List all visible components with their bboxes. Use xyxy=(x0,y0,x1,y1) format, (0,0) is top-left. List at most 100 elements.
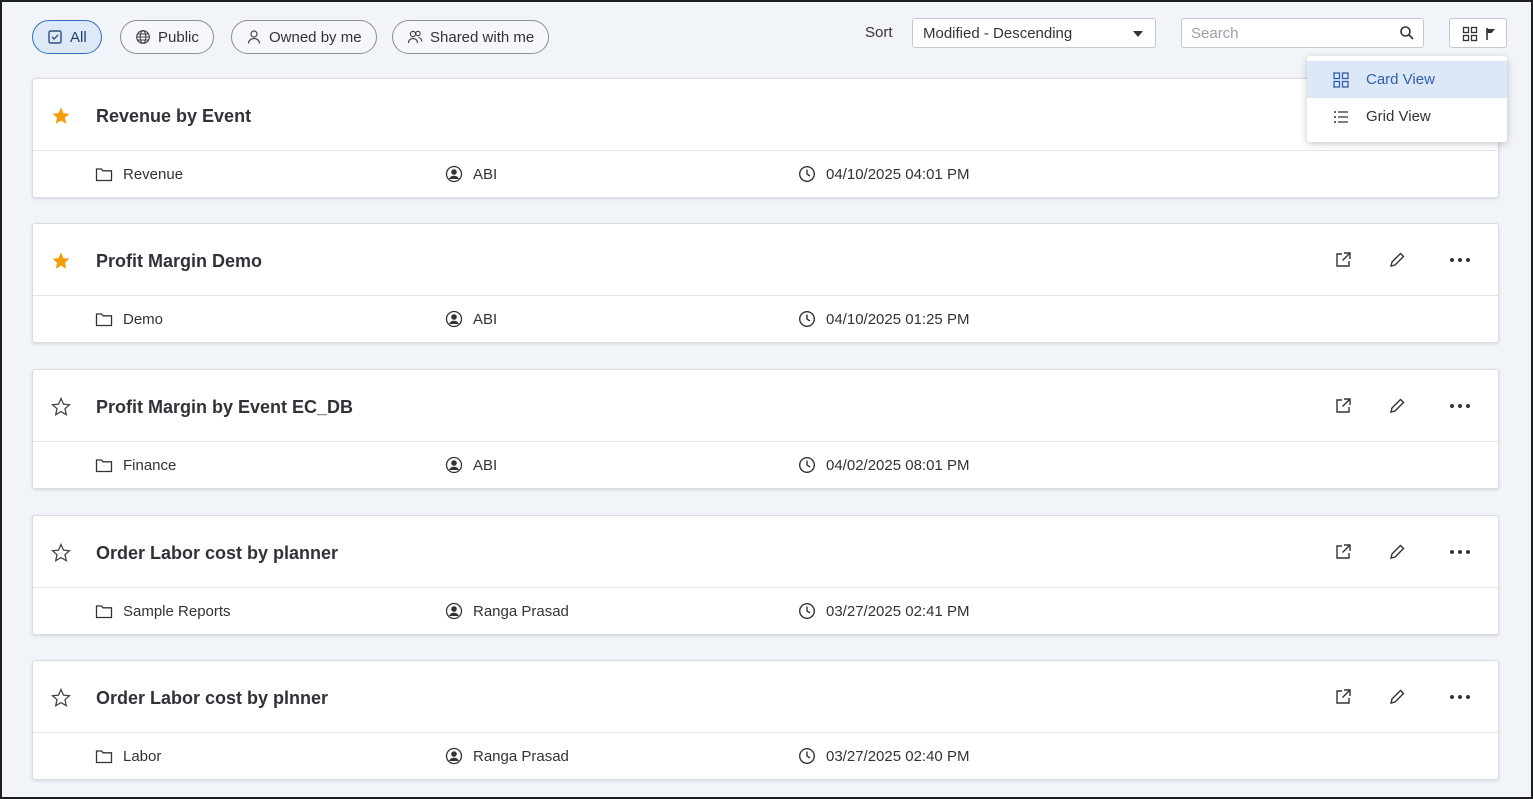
report-card[interactable]: Revenue by Event Revenue ABI 04/10/2025 … xyxy=(32,78,1499,198)
card-title[interactable]: Revenue by Event xyxy=(96,106,251,127)
open-external-icon[interactable] xyxy=(1334,688,1352,706)
owner-name: Ranga Prasad xyxy=(473,602,569,620)
open-external-icon[interactable] xyxy=(1334,397,1352,415)
filter-shared-chip[interactable]: Shared with me xyxy=(392,20,550,54)
folder-field: Finance xyxy=(95,456,176,474)
card-meta: Revenue ABI 04/10/2025 04:01 PM xyxy=(33,151,1498,197)
card-header: Profit Margin Demo xyxy=(33,224,1498,296)
pencil-icon[interactable] xyxy=(1388,543,1406,561)
star-filled-icon[interactable] xyxy=(51,106,71,126)
people-icon xyxy=(407,30,423,44)
owner-field: ABI xyxy=(445,310,497,328)
card-title[interactable]: Order Labor cost by planner xyxy=(96,543,338,564)
view-toggle-button[interactable] xyxy=(1449,18,1507,48)
open-external-icon[interactable] xyxy=(1334,251,1352,269)
more-options-icon[interactable] xyxy=(1449,688,1471,706)
more-options-icon[interactable] xyxy=(1449,543,1471,561)
modified-field: 04/02/2025 08:01 PM xyxy=(798,456,969,474)
more-options-icon[interactable] xyxy=(1449,251,1471,269)
card-header: Order Labor cost by plnner xyxy=(33,661,1498,733)
clock-icon xyxy=(798,602,816,620)
grid-icon xyxy=(1462,26,1478,42)
folder-field: Sample Reports xyxy=(95,602,231,620)
open-external-icon[interactable] xyxy=(1334,543,1352,561)
filter-owned-chip[interactable]: Owned by me xyxy=(231,20,377,54)
menu-item-label: Grid View xyxy=(1366,108,1431,125)
modified-field: 04/10/2025 04:01 PM xyxy=(798,165,969,183)
modified-date: 04/10/2025 04:01 PM xyxy=(826,165,970,183)
star-outline-icon[interactable] xyxy=(51,688,71,708)
globe-icon xyxy=(136,30,150,44)
more-options-icon[interactable] xyxy=(1449,397,1471,415)
pencil-icon[interactable] xyxy=(1388,688,1406,706)
folder-name: Labor xyxy=(123,747,162,765)
card-header: Revenue by Event xyxy=(33,79,1498,151)
view-menu: Card View Grid View xyxy=(1307,56,1507,142)
card-meta: Labor Ranga Prasad 03/27/2025 02:40 PM xyxy=(33,733,1498,779)
dropdown-flag-icon xyxy=(1486,28,1495,40)
folder-name: Revenue xyxy=(123,165,184,183)
clock-icon xyxy=(798,165,816,183)
menu-item-card-view[interactable]: Card View xyxy=(1307,61,1507,98)
filter-all-chip[interactable]: All xyxy=(32,20,102,54)
owner-field: Ranga Prasad xyxy=(445,747,569,765)
folder-icon xyxy=(95,605,113,619)
modified-date: 03/27/2025 02:40 PM xyxy=(826,747,970,765)
folder-name: Sample Reports xyxy=(123,602,231,620)
star-filled-icon[interactable] xyxy=(51,251,71,271)
pencil-icon[interactable] xyxy=(1388,251,1406,269)
owner-field: Ranga Prasad xyxy=(445,602,569,620)
report-card[interactable]: Profit Margin by Event EC_DB Finance ABI… xyxy=(32,369,1499,489)
checkbox-icon xyxy=(48,30,62,44)
report-card[interactable]: Order Labor cost by planner Sample Repor… xyxy=(32,515,1499,635)
modified-date: 03/27/2025 02:41 PM xyxy=(826,602,970,620)
search-box xyxy=(1181,18,1424,48)
user-circle-icon xyxy=(445,310,463,328)
filter-public-label: Public xyxy=(158,28,199,46)
toolbar: All Public Owned by me Shared with me So… xyxy=(2,2,1531,72)
filter-shared-label: Shared with me xyxy=(430,28,535,46)
filter-public-chip[interactable]: Public xyxy=(120,20,214,54)
modified-field: 03/27/2025 02:40 PM xyxy=(798,747,969,765)
search-input[interactable] xyxy=(1182,19,1382,47)
folder-icon xyxy=(95,750,113,764)
person-icon xyxy=(247,30,261,44)
search-icon[interactable] xyxy=(1399,25,1415,41)
card-header: Profit Margin by Event EC_DB xyxy=(33,370,1498,442)
folder-field: Demo xyxy=(95,310,163,328)
folder-field: Revenue xyxy=(95,165,183,183)
owner-name: ABI xyxy=(473,310,498,328)
folder-icon xyxy=(95,313,113,327)
modified-date: 04/10/2025 01:25 PM xyxy=(826,310,970,328)
card-header: Order Labor cost by planner xyxy=(33,516,1498,588)
sort-label: Sort xyxy=(865,24,893,41)
card-title[interactable]: Profit Margin by Event EC_DB xyxy=(96,397,353,418)
star-outline-icon[interactable] xyxy=(51,543,71,563)
report-card[interactable]: Order Labor cost by plnner Labor Ranga P… xyxy=(32,660,1499,780)
menu-item-grid-view[interactable]: Grid View xyxy=(1307,98,1507,135)
list-icon xyxy=(1334,110,1348,123)
card-meta: Demo ABI 04/10/2025 01:25 PM xyxy=(33,296,1498,342)
filter-owned-label: Owned by me xyxy=(269,28,362,46)
modified-date: 04/02/2025 08:01 PM xyxy=(826,456,970,474)
sort-select[interactable]: Modified - Descending xyxy=(912,18,1156,48)
card-view-icon xyxy=(1333,71,1349,88)
owner-field: ABI xyxy=(445,165,497,183)
clock-icon xyxy=(798,456,816,474)
owner-field: ABI xyxy=(445,456,497,474)
user-circle-icon xyxy=(445,602,463,620)
filter-all-label: All xyxy=(70,28,87,46)
modified-field: 03/27/2025 02:41 PM xyxy=(798,602,969,620)
card-meta: Finance ABI 04/02/2025 08:01 PM xyxy=(33,442,1498,488)
owner-name: Ranga Prasad xyxy=(473,747,569,765)
user-circle-icon xyxy=(445,747,463,765)
folder-name: Finance xyxy=(123,456,177,474)
clock-icon xyxy=(798,310,816,328)
card-title[interactable]: Profit Margin Demo xyxy=(96,251,262,272)
card-meta: Sample Reports Ranga Prasad 03/27/2025 0… xyxy=(33,588,1498,634)
owner-name: ABI xyxy=(473,456,498,474)
pencil-icon[interactable] xyxy=(1388,397,1406,415)
report-card[interactable]: Profit Margin Demo Demo ABI 04/10/2025 0… xyxy=(32,223,1499,343)
star-outline-icon[interactable] xyxy=(51,397,71,417)
card-title[interactable]: Order Labor cost by plnner xyxy=(96,688,328,709)
